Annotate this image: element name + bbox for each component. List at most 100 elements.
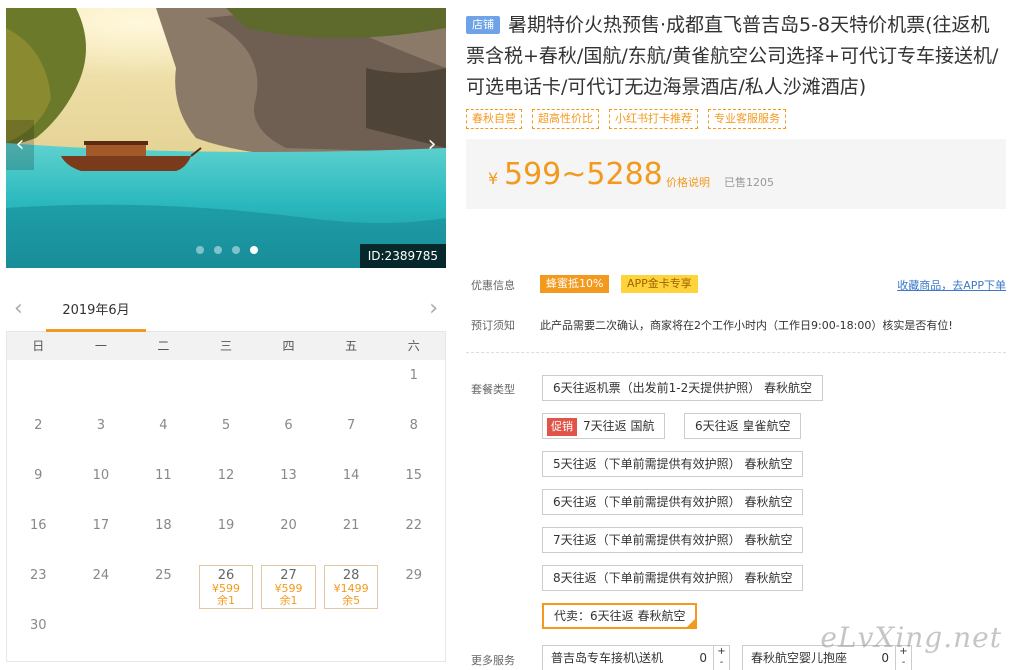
day-number: 26 [217, 568, 235, 583]
more-services-label: 更多服务 [471, 654, 515, 667]
service-name: 普吉岛专车接机\送机 [551, 651, 664, 665]
price-range: 599~5288 [504, 157, 663, 192]
calendar-grid: 日 一 二 三 四 五 六 1 2 3 4 5 6 7 8 9 10 11 12… [6, 332, 446, 662]
calendar-day: 15 [405, 468, 422, 483]
weekday-label: 三 [219, 339, 232, 353]
product-image-gallery[interactable]: ‹ › ID:2389785 [6, 8, 446, 268]
day-stock: 余5 [342, 594, 361, 607]
calendar-day: 4 [159, 418, 168, 433]
calendar-day: 16 [30, 518, 47, 533]
calendar-day: 19 [217, 518, 235, 533]
service-quantity[interactable]: 0 [699, 646, 707, 670]
weekday-label: 日 [32, 339, 45, 353]
date-calendar: ‹ 2019年6月 › 日 一 二 三 四 五 六 1 2 3 4 5 6 7 … [6, 290, 446, 662]
calendar-day: 20 [280, 518, 297, 533]
product-tags: 春秋自营 超高性价比 小红书打卡推荐 专业客服服务 [466, 109, 1006, 129]
calendar-empty-cell [195, 362, 258, 412]
day-number: 27 [280, 568, 297, 583]
calendar-day: 13 [280, 468, 297, 483]
gallery-prev-button[interactable]: ‹ [6, 120, 34, 170]
weekday-label: 四 [282, 339, 295, 353]
product-title-block: 店铺 暑期特价火热预售·成都直飞普吉岛5-8天特价机票(往返机票含税+春秋/国航/… [466, 10, 1006, 103]
product-tag: 超高性价比 [532, 109, 599, 129]
package-option[interactable]: 6天往返（下单前需提供有效护照） 春秋航空 [542, 489, 804, 515]
gallery-dot[interactable] [232, 246, 240, 254]
calendar-day: 22 [405, 518, 422, 533]
day-stock: 余1 [216, 594, 235, 607]
calendar-day: 30 [30, 618, 47, 633]
quantity-stepper[interactable]: + - [713, 646, 729, 670]
package-option-label: 7天往返 国航 [583, 419, 655, 433]
calendar-month-tab[interactable]: 2019年6月 [46, 290, 146, 332]
calendar-empty-cell [132, 362, 195, 412]
promo-badge: 促销 [547, 418, 577, 436]
calendar-day-available[interactable]: 26 ¥599 余1 [198, 565, 254, 609]
calendar-day: 10 [92, 468, 110, 483]
calendar-empty-cell [320, 362, 383, 412]
weekday-label: 二 [157, 339, 170, 353]
service-item: 普吉岛专车接机\送机 0 + - [542, 645, 730, 670]
gallery-dot-active[interactable] [250, 246, 258, 254]
calendar-empty-cell [7, 362, 70, 412]
package-option[interactable]: 6天往返 皇雀航空 [684, 413, 802, 439]
calendar-day: 14 [342, 468, 360, 483]
package-option[interactable]: 5天往返（下单前需提供有效护照） 春秋航空 [542, 451, 804, 477]
weekday-label: 六 [407, 339, 420, 353]
booking-notice-label: 预订须知 [471, 319, 515, 332]
calendar-day: 17 [92, 518, 110, 533]
calendar-day: 24 [92, 568, 110, 583]
calendar-day: 2 [34, 418, 43, 433]
calendar-day: 12 [217, 468, 235, 483]
gallery-pagination [196, 246, 258, 254]
package-option-promo[interactable]: 促销 7天往返 国航 [542, 413, 666, 439]
package-option-selected[interactable]: 代卖：6天往返 春秋航空 [542, 603, 698, 629]
price-box: ¥ 599~5288 价格说明 已售1205 [466, 139, 1006, 209]
calendar-day: 3 [96, 418, 105, 433]
package-option[interactable]: 8天往返（下单前需提供有效护照） 春秋航空 [542, 565, 804, 591]
calendar-day: 21 [342, 518, 360, 533]
favorite-link[interactable]: 收藏商品，去APP下单 [897, 277, 1006, 293]
calendar-weekday-row: 日 一 二 三 四 五 六 [7, 332, 445, 360]
calendar-day-available[interactable]: 27 ¥599 余1 [261, 565, 316, 609]
product-tag: 春秋自营 [466, 109, 522, 129]
price-currency: ¥ [488, 169, 499, 188]
package-option[interactable]: 7天往返（下单前需提供有效护照） 春秋航空 [542, 527, 804, 553]
calendar-empty-cell [70, 362, 133, 412]
calendar-days: 1 2 3 4 5 6 7 8 9 10 11 12 13 14 15 16 1… [7, 360, 445, 662]
weekday-label: 五 [345, 339, 358, 353]
image-id-badge: ID:2389785 [359, 244, 446, 268]
calendar-day: 9 [34, 468, 43, 483]
gallery-dot[interactable] [214, 246, 222, 254]
calendar-header: ‹ 2019年6月 › [6, 290, 446, 332]
product-title: 暑期特价火热预售·成都直飞普吉岛5-8天特价机票(往返机票含税+春秋/国航/东航… [466, 14, 999, 98]
calendar-empty-cell [257, 362, 320, 412]
weekday-label: 一 [94, 339, 107, 353]
price-explain-link[interactable]: 价格说明 [666, 174, 710, 190]
package-type-label: 套餐类型 [471, 383, 515, 396]
shop-badge: 店铺 [466, 16, 500, 34]
calendar-next-month-button[interactable]: › [429, 296, 438, 321]
gallery-dot[interactable] [196, 246, 204, 254]
gallery-next-button[interactable]: › [418, 120, 446, 170]
booking-notice-text: 此产品需要二次确认，商家将在2个工作小时内（工作日9:00-18:00）核实是否… [540, 319, 953, 332]
calendar-day: 25 [155, 568, 172, 583]
calendar-day: 7 [346, 418, 356, 433]
sold-count: 已售1205 [724, 176, 774, 189]
divider [466, 352, 1006, 353]
calendar-day: 23 [30, 568, 47, 583]
day-stock: 余1 [279, 594, 298, 607]
product-tag: 专业客服服务 [708, 109, 786, 129]
calendar-prev-month-button[interactable]: ‹ [14, 296, 23, 321]
product-info-panel: 店铺 暑期特价火热预售·成都直飞普吉岛5-8天特价机票(往返机票含税+春秋/国航/… [466, 10, 1006, 209]
discount-badge: APP金卡专享 [621, 275, 698, 293]
calendar-day: 1 [409, 368, 418, 383]
calendar-day: 18 [155, 518, 172, 533]
calendar-day: 5 [221, 418, 231, 433]
calendar-day-available[interactable]: 28 ¥1499 余5 [323, 565, 379, 609]
calendar-day: 8 [409, 418, 418, 433]
package-option[interactable]: 6天往返机票（出发前1-2天提供护照） 春秋航空 [542, 375, 824, 401]
calendar-day: 6 [284, 418, 293, 433]
calendar-day: 29 [405, 568, 422, 583]
product-photo [6, 8, 446, 268]
discount-badge: 蜂蜜抵10% [540, 275, 610, 293]
